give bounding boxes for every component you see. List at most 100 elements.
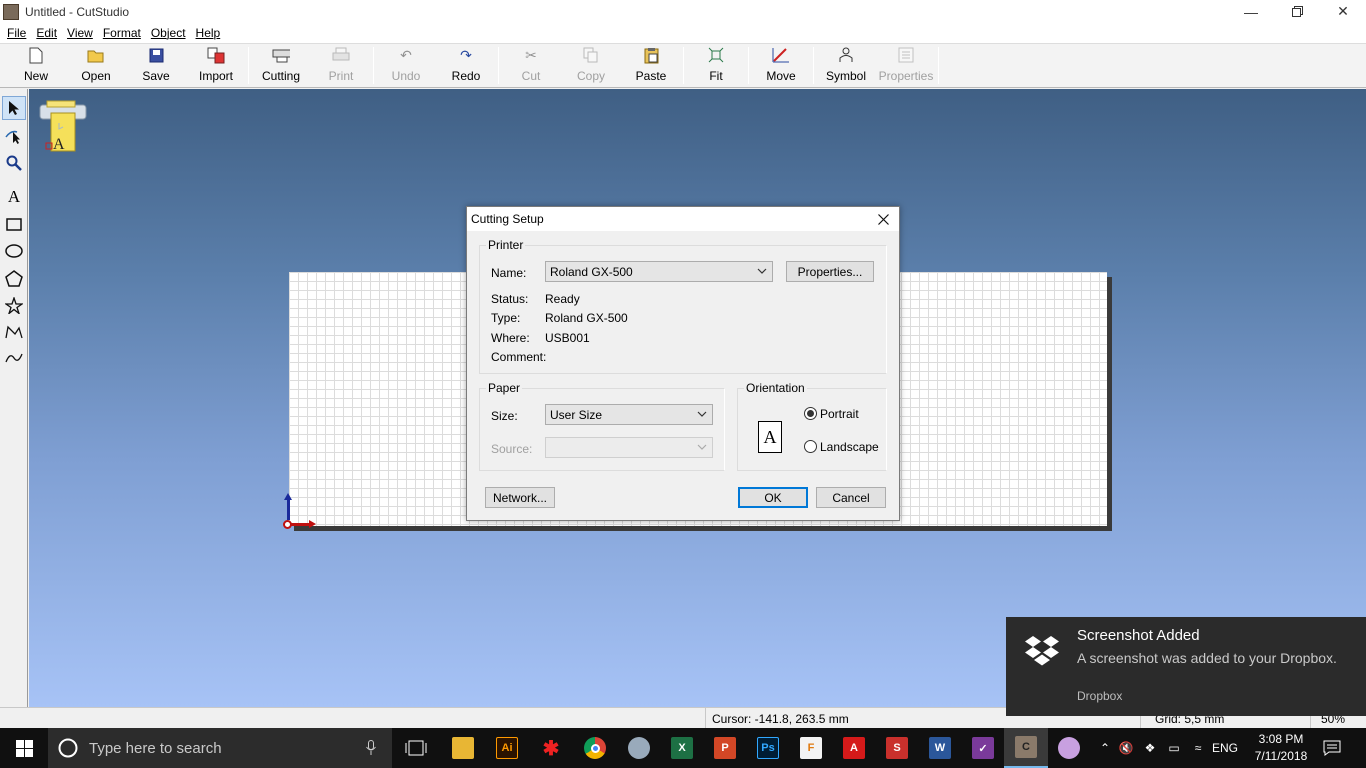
file-explorer-taskbar-button[interactable] [441, 728, 485, 768]
portrait-radio[interactable] [804, 407, 817, 420]
move-icon [772, 46, 790, 64]
wifi-icon[interactable]: ≈ [1186, 741, 1210, 755]
polygon-tool[interactable] [2, 266, 26, 290]
zoom-tool[interactable] [2, 151, 26, 175]
powerpoint-taskbar-button[interactable]: P [703, 728, 747, 768]
search-placeholder: Type here to search [89, 739, 222, 757]
rectangle-icon [6, 217, 22, 231]
cut-button[interactable]: ✂ Cut [501, 44, 561, 87]
chrome-taskbar-button[interactable] [573, 728, 617, 768]
redo-button[interactable]: ↷ Redo [436, 44, 496, 87]
star-tool[interactable] [2, 293, 26, 317]
menu-help[interactable]: Help [191, 26, 226, 40]
paper-group-title: Paper [486, 381, 523, 395]
import-button[interactable]: Import [186, 44, 246, 87]
app-red-taskbar-button[interactable]: S [875, 728, 919, 768]
paper-size-select[interactable]: User Size [545, 404, 713, 425]
redo-arrow-icon: ↷ [460, 46, 472, 63]
cancel-button[interactable]: Cancel [816, 487, 886, 508]
source-label: Source: [491, 442, 533, 456]
task-view-button[interactable] [394, 728, 438, 768]
paste-button[interactable]: Paste [621, 44, 681, 87]
new-button[interactable]: New [6, 44, 66, 87]
network-button[interactable]: Network... [485, 487, 555, 508]
clock[interactable]: 3:08 PM 7/11/2018 [1248, 731, 1314, 765]
paint-taskbar-button[interactable] [617, 728, 661, 768]
arrow-pointer-icon [9, 101, 19, 115]
start-button[interactable] [0, 728, 48, 768]
system-tray: ⌃ 🔇 ❖ ▭ ≈ ENG [1096, 728, 1240, 768]
origin-point[interactable] [283, 520, 292, 529]
edit-node-tool[interactable] [2, 124, 26, 148]
illustrator-taskbar-button[interactable]: Ai [485, 728, 529, 768]
save-button[interactable]: Save [126, 44, 186, 87]
dropbox-notification[interactable]: Screenshot Added A screenshot was added … [1006, 617, 1366, 716]
volume-muted-icon[interactable]: 🔇 [1114, 741, 1138, 755]
cutstudio-app-icon [3, 3, 19, 20]
menu-view[interactable]: View [62, 26, 98, 40]
action-center-button[interactable] [1311, 728, 1353, 768]
menu-object[interactable]: Object [146, 26, 191, 40]
acrobat-icon: A [843, 737, 865, 759]
rectangle-tool[interactable] [2, 212, 26, 236]
orientation-group: Orientation A Portrait Landscape [737, 381, 887, 471]
open-button[interactable]: Open [66, 44, 126, 87]
symbol-label: Symbol [825, 69, 866, 83]
menu-format[interactable]: Format [98, 26, 146, 40]
curve-tool[interactable] [2, 346, 26, 370]
ok-button[interactable]: OK [738, 487, 808, 508]
paint-app-taskbar-button[interactable] [1047, 728, 1091, 768]
type-value: Roland GX-500 [545, 311, 628, 325]
app-f-taskbar-button[interactable]: F [789, 728, 833, 768]
text-tool[interactable]: A [2, 185, 26, 209]
undo-button[interactable]: ↶ Undo [376, 44, 436, 87]
excel-taskbar-button[interactable]: X [660, 728, 704, 768]
input-language[interactable]: ENG [1210, 741, 1240, 755]
menu-file[interactable]: File [2, 26, 31, 40]
printer-name-select[interactable]: Roland GX-500 [545, 261, 773, 282]
app-star-taskbar-button[interactable]: ✱ [529, 728, 573, 768]
ellipse-tool[interactable] [2, 239, 26, 263]
cutter-device-icon[interactable]: A [37, 97, 89, 153]
fit-label: Fit [709, 69, 723, 83]
notification-title: Screenshot Added [1077, 627, 1200, 644]
dialog-close-button[interactable] [867, 207, 899, 231]
move-label: Move [766, 69, 796, 83]
landscape-radio[interactable] [804, 440, 817, 453]
acrobat-taskbar-button[interactable]: A [832, 728, 876, 768]
properties-button[interactable]: Properties [876, 44, 936, 87]
notification-center-icon [1323, 740, 1341, 756]
print-label: Print [328, 69, 354, 83]
select-tool[interactable] [2, 96, 26, 120]
symbol-button[interactable]: Symbol [816, 44, 876, 87]
size-label: Size: [491, 409, 518, 423]
restore-button[interactable] [1274, 0, 1320, 23]
paint-palette-icon [628, 737, 650, 759]
word-taskbar-button[interactable]: W [918, 728, 962, 768]
properties-dialog-button[interactable]: Properties... [786, 261, 874, 282]
dropbox-tray-icon[interactable]: ❖ [1138, 741, 1162, 755]
paper-size-value: User Size [550, 407, 603, 422]
print-button[interactable]: Print [311, 44, 371, 87]
minimize-button[interactable]: — [1228, 0, 1274, 23]
undo-label: Undo [391, 69, 421, 83]
portrait-label[interactable]: Portrait [820, 407, 859, 421]
menu-edit[interactable]: Edit [31, 26, 62, 40]
move-button[interactable]: Move [751, 44, 811, 87]
battery-icon[interactable]: ▭ [1162, 741, 1186, 755]
cutting-button[interactable]: Cutting [251, 44, 311, 87]
cutstudio-taskbar-button[interactable]: C [1004, 728, 1048, 768]
landscape-label[interactable]: Landscape [820, 440, 879, 454]
notification-body: A screenshot was added to your Dropbox. [1077, 650, 1337, 666]
paper-source-select[interactable] [545, 437, 713, 458]
fit-button[interactable]: Fit [686, 44, 746, 87]
chevron-down-icon [697, 444, 707, 450]
taskbar-search-box[interactable]: Type here to search [48, 728, 392, 768]
close-button[interactable]: ✕ [1320, 0, 1366, 23]
purple-app-taskbar-button[interactable]: ✓ [961, 728, 1005, 768]
copy-button[interactable]: Copy [561, 44, 621, 87]
show-hidden-icons-chevron-icon[interactable]: ⌃ [1096, 741, 1114, 755]
photoshop-taskbar-button[interactable]: Ps [746, 728, 790, 768]
polyline-tool[interactable] [2, 320, 26, 344]
paper-group: Paper Size: User Size Source: [479, 381, 725, 471]
